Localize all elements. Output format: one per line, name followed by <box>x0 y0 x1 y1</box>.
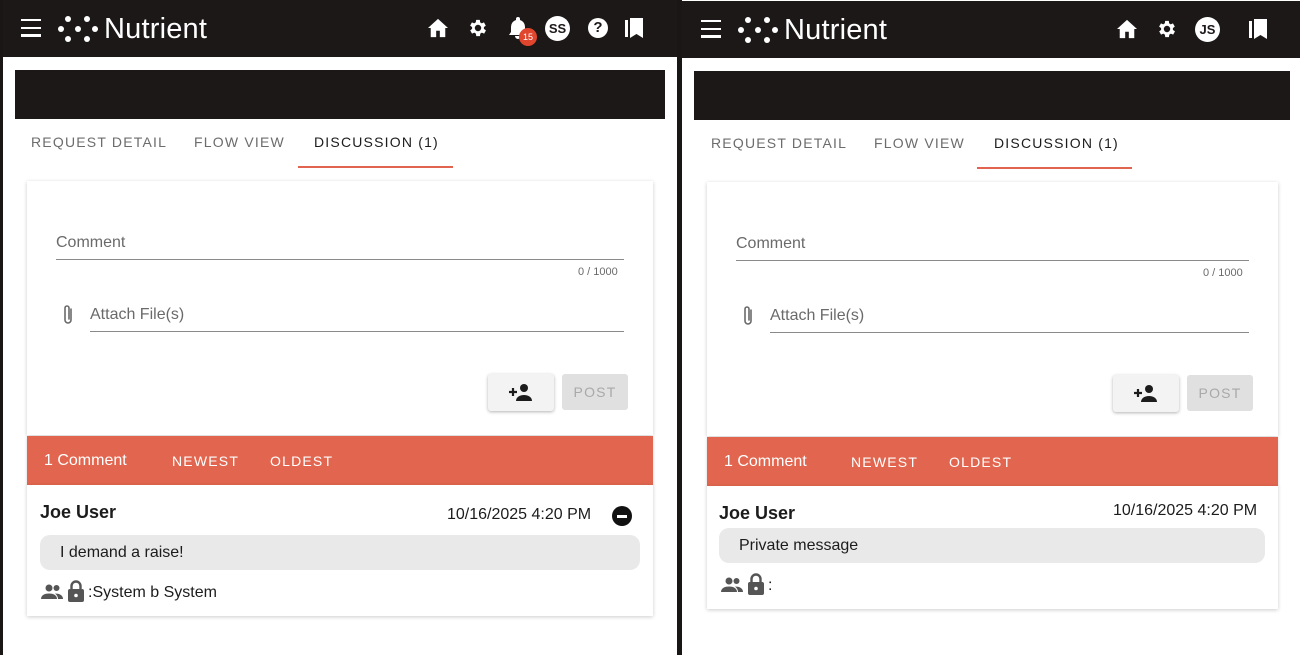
comment-date: 10/16/2025 4:20 PM <box>447 506 592 523</box>
character-counter: 0 / 1000 <box>578 266 618 278</box>
user-avatar[interactable]: SS <box>545 16 570 41</box>
comment-visibility: :System b System <box>88 584 217 601</box>
post-button[interactable]: POST <box>562 374 628 410</box>
tab-request-detail[interactable]: REQUEST DETAIL <box>711 135 847 171</box>
app-name: Nutrient <box>104 12 208 45</box>
menu-icon[interactable] <box>21 19 41 37</box>
paperclip-icon[interactable] <box>60 303 76 327</box>
post-button[interactable]: POST <box>1187 375 1253 411</box>
nutrient-logo-icon <box>738 14 778 46</box>
notification-badge: 15 <box>519 28 537 46</box>
remove-circle-icon[interactable] <box>612 506 632 526</box>
character-counter: 0 / 1000 <box>1203 267 1243 279</box>
tab-flow-view[interactable]: FLOW VIEW <box>194 134 285 170</box>
lock-icon <box>748 573 764 595</box>
comment-form-card: Comment 0 / 1000 Attach File(s) POST <box>707 182 1278 436</box>
group-icon <box>41 584 63 599</box>
sort-newest-button[interactable]: NEWEST <box>851 454 918 470</box>
lock-icon <box>68 580 84 602</box>
request-header-bar <box>694 71 1290 120</box>
comment-list-card: Joe User 10/16/2025 4:20 PM Private mess… <box>707 486 1278 609</box>
attach-input-underline <box>770 332 1249 333</box>
comment-form-card: Comment 0 / 1000 Attach File(s) POST <box>27 181 653 435</box>
help-icon[interactable]: ? <box>588 18 608 38</box>
tab-request-detail[interactable]: REQUEST DETAIL <box>31 134 167 170</box>
group-icon <box>721 577 743 592</box>
comment-date: 10/16/2025 4:20 PM <box>1113 502 1258 519</box>
comment-input[interactable]: Comment <box>736 235 805 253</box>
top-app-bar: Nutrient JS <box>682 1 1300 58</box>
comment-input[interactable]: Comment <box>56 234 125 252</box>
right-pane: Nutrient JS REQUEST DETAIL FLOW VIEW DIS… <box>682 0 1300 655</box>
comment-text: I demand a raise! <box>40 535 640 570</box>
comment-input-underline <box>736 260 1249 261</box>
sort-oldest-button[interactable]: OLDEST <box>949 454 1012 470</box>
gear-icon[interactable] <box>467 17 489 39</box>
person-add-icon <box>509 384 532 401</box>
comment-count: 1 Comment <box>44 452 127 469</box>
bookmark-icon[interactable] <box>623 17 645 39</box>
request-header-bar <box>15 70 665 119</box>
active-tab-indicator <box>977 167 1132 169</box>
add-recipient-button[interactable] <box>488 374 554 411</box>
left-pane: Nutrient 15 SS ? REQUEST DETAIL FLOW VIE… <box>3 0 677 655</box>
nutrient-logo-icon <box>58 13 98 45</box>
app-logo[interactable]: Nutrient <box>738 14 887 46</box>
top-app-bar: Nutrient 15 SS ? <box>3 0 677 57</box>
comment-input-underline <box>56 259 624 260</box>
app-name: Nutrient <box>784 13 888 46</box>
home-icon[interactable] <box>1116 19 1138 39</box>
comment-list-card: Joe User 10/16/2025 4:20 PM I demand a r… <box>27 485 653 616</box>
add-recipient-button[interactable] <box>1113 375 1179 412</box>
tab-discussion[interactable]: DISCUSSION (1) <box>314 134 439 170</box>
active-tab-indicator <box>298 166 453 168</box>
comment-count: 1 Comment <box>724 453 807 470</box>
comment-item: Joe User 10/16/2025 4:20 PM I demand a r… <box>27 485 653 616</box>
home-icon[interactable] <box>427 18 449 38</box>
screenshot-root: Nutrient 15 SS ? REQUEST DETAIL FLOW VIE… <box>0 0 1300 655</box>
comment-author: Joe User <box>719 503 796 523</box>
comment-sort-bar: 1 Comment NEWEST OLDEST <box>27 436 653 485</box>
tab-flow-view[interactable]: FLOW VIEW <box>874 135 965 171</box>
comment-visibility: : <box>768 577 773 594</box>
gear-icon[interactable] <box>1156 18 1178 40</box>
bookmark-icon[interactable] <box>1247 18 1269 40</box>
menu-icon[interactable] <box>701 20 721 38</box>
user-avatar[interactable]: JS <box>1195 17 1220 42</box>
attach-input-underline <box>90 331 624 332</box>
comment-sort-bar: 1 Comment NEWEST OLDEST <box>707 437 1278 486</box>
sort-oldest-button[interactable]: OLDEST <box>270 453 333 469</box>
person-add-icon <box>1134 385 1157 402</box>
comment-text: Private message <box>719 528 1265 563</box>
attach-files-input[interactable]: Attach File(s) <box>90 306 184 324</box>
sort-newest-button[interactable]: NEWEST <box>172 453 239 469</box>
attach-files-input[interactable]: Attach File(s) <box>770 307 864 325</box>
comment-author: Joe User <box>40 502 117 522</box>
comment-item: Joe User 10/16/2025 4:20 PM Private mess… <box>707 486 1278 609</box>
app-logo[interactable]: Nutrient <box>58 13 207 45</box>
tab-discussion[interactable]: DISCUSSION (1) <box>994 135 1119 171</box>
paperclip-icon[interactable] <box>740 304 756 328</box>
